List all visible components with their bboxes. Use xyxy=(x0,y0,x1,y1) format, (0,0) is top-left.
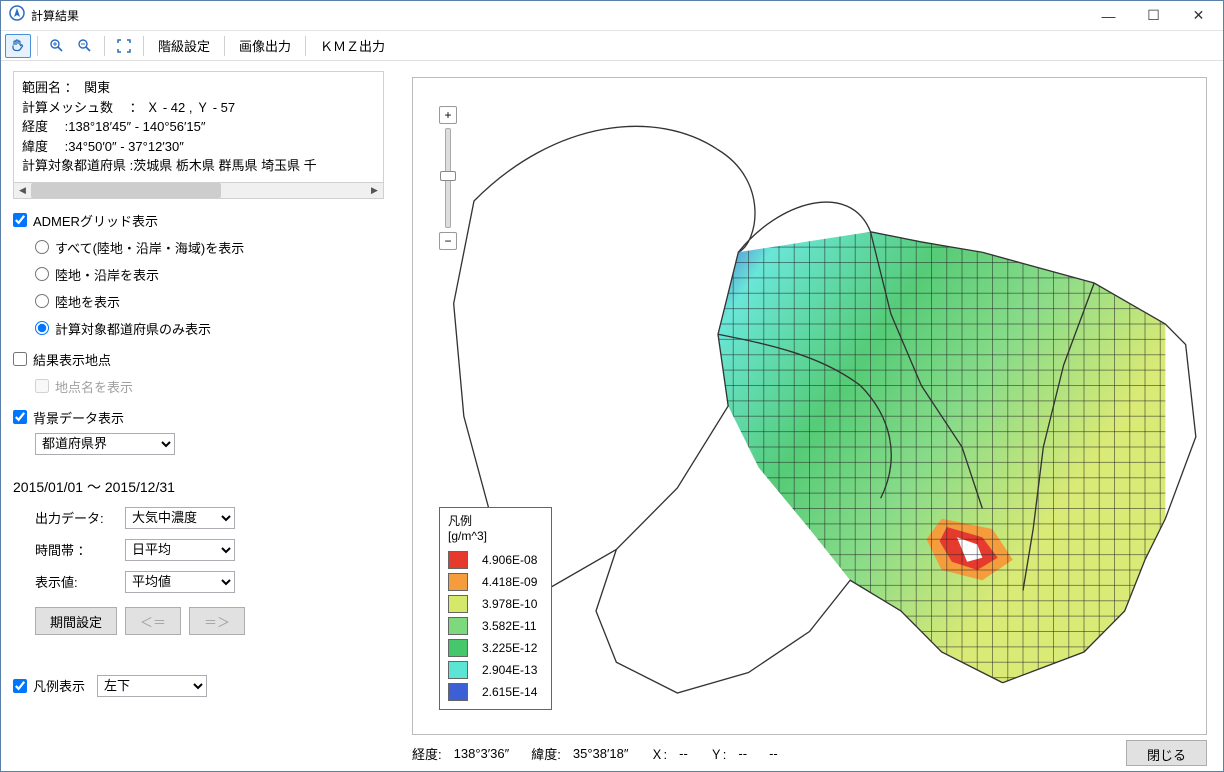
zoom-out-button[interactable]: − xyxy=(439,232,457,250)
prev-period-button[interactable]: ＜＝ xyxy=(125,607,181,635)
legend-row: 3.978E-10 xyxy=(448,593,537,615)
info-panel: 範囲名 ： 関東 計算メッシュ数 ： Ｘ - 42 , Ｙ - 57 経度 :1… xyxy=(13,71,384,182)
next-period-button[interactable]: ＝＞ xyxy=(189,607,245,635)
zoom-out-tool-button[interactable] xyxy=(72,34,98,58)
window-title: 計算結果 xyxy=(31,7,1086,24)
zoom-in-button[interactable]: + xyxy=(439,106,457,124)
legend-row: 4.418E-09 xyxy=(448,571,537,593)
legend-row: 3.225E-12 xyxy=(448,637,537,659)
close-window-button[interactable]: ✕ xyxy=(1176,2,1221,30)
point-names-checkbox: 地点名を表示 xyxy=(35,377,384,396)
admer-grid-checkbox[interactable]: ADMERグリッド表示 xyxy=(13,211,384,230)
radio-target[interactable]: 計算対象都道府県のみ表示 xyxy=(35,319,384,338)
legend-swatch xyxy=(448,639,468,657)
class-settings-button[interactable]: 階級設定 xyxy=(150,34,218,57)
legend-swatch xyxy=(448,617,468,635)
app-icon xyxy=(9,5,25,26)
status-lat-label: 緯度: xyxy=(531,744,561,763)
kmz-output-button[interactable]: ＫＭＺ出力 xyxy=(312,34,393,57)
legend-row: 4.906E-08 xyxy=(448,549,537,571)
status-y-value: -- xyxy=(738,746,747,761)
close-button[interactable]: 閉じる xyxy=(1126,740,1207,766)
map-canvas[interactable]: + − 凡例 [g/m^3] 4.906E-084.418E-093.978E-… xyxy=(412,77,1207,735)
image-output-button[interactable]: 画像出力 xyxy=(231,34,299,57)
radio-land[interactable]: 陸地を表示 xyxy=(35,292,384,311)
sidebar: 範囲名 ： 関東 計算メッシュ数 ： Ｘ - 42 , Ｙ - 57 経度 :1… xyxy=(1,61,396,771)
legend-label: 2.904E-13 xyxy=(482,663,537,677)
period-settings-button[interactable]: 期間設定 xyxy=(35,607,117,635)
zoom-control: + − xyxy=(439,106,457,250)
legend-swatch xyxy=(448,683,468,701)
status-lon-label: 経度: xyxy=(412,744,442,763)
output-data-select[interactable]: 大気中濃度 xyxy=(125,507,235,529)
legend-row: 2.615E-14 xyxy=(448,681,537,703)
scroll-left-icon[interactable]: ◀ xyxy=(14,183,31,198)
toolbar: 階級設定 画像出力 ＫＭＺ出力 xyxy=(1,31,1223,61)
info-hscrollbar[interactable]: ◀ ▶ xyxy=(13,182,384,199)
legend-swatch xyxy=(448,573,468,591)
legend-swatch xyxy=(448,595,468,613)
zoom-slider-track[interactable] xyxy=(445,128,451,228)
legend-show-checkbox[interactable]: 凡例表示 xyxy=(13,676,85,695)
maximize-button[interactable]: ☐ xyxy=(1131,2,1176,30)
legend-label: 4.418E-09 xyxy=(482,575,537,589)
minimize-button[interactable]: — xyxy=(1086,2,1131,30)
result-points-checkbox[interactable]: 結果表示地点 xyxy=(13,350,384,369)
timeband-select[interactable]: 日平均 xyxy=(125,539,235,561)
legend-swatch xyxy=(448,661,468,679)
status-x-label: Ｘ: xyxy=(651,744,668,763)
bg-data-select[interactable]: 都道府県界 xyxy=(35,433,175,455)
legend-panel: 凡例 [g/m^3] 4.906E-084.418E-093.978E-103.… xyxy=(439,507,552,710)
timeband-label: 時間帯 ： xyxy=(35,540,115,559)
bg-data-checkbox[interactable]: 背景データ表示 xyxy=(13,408,384,427)
legend-position-select[interactable]: 左下 xyxy=(97,675,207,697)
legend-swatch xyxy=(448,551,468,569)
fit-extent-button[interactable] xyxy=(111,34,137,58)
dispval-select[interactable]: 平均値 xyxy=(125,571,235,593)
dispval-label: 表示値: xyxy=(35,572,115,591)
status-x-value: -- xyxy=(679,746,688,761)
status-bar: 経度: 138°3′36″ 緯度: 35°38′18″ Ｘ: -- Ｙ: -- … xyxy=(396,735,1223,771)
legend-label: 3.582E-11 xyxy=(482,619,537,633)
legend-row: 3.582E-11 xyxy=(448,615,537,637)
zoom-slider-thumb[interactable] xyxy=(440,171,456,181)
zoom-in-tool-button[interactable] xyxy=(44,34,70,58)
legend-label: 4.906E-08 xyxy=(482,553,537,567)
output-data-label: 出力データ: xyxy=(35,508,115,527)
period-label: 2015/01/01 ～ 2015/12/31 xyxy=(13,477,384,497)
radio-land-coast[interactable]: 陸地・沿岸を表示 xyxy=(35,265,384,284)
status-y-label: Ｙ: xyxy=(710,744,727,763)
map-area: + − 凡例 [g/m^3] 4.906E-084.418E-093.978E-… xyxy=(396,61,1223,771)
radio-all[interactable]: すべて(陸地・沿岸・海域)を表示 xyxy=(35,238,384,257)
pan-tool-button[interactable] xyxy=(5,34,31,58)
legend-label: 3.978E-10 xyxy=(482,597,537,611)
status-lat-value: 35°38′18″ xyxy=(573,746,629,761)
legend-label: 2.615E-14 xyxy=(482,685,537,699)
scroll-thumb[interactable] xyxy=(31,183,221,198)
legend-label: 3.225E-12 xyxy=(482,641,537,655)
status-trail: -- xyxy=(769,746,778,761)
status-lon-value: 138°3′36″ xyxy=(454,746,510,761)
scroll-right-icon[interactable]: ▶ xyxy=(366,183,383,198)
titlebar: 計算結果 — ☐ ✕ xyxy=(1,1,1223,31)
legend-row: 2.904E-13 xyxy=(448,659,537,681)
